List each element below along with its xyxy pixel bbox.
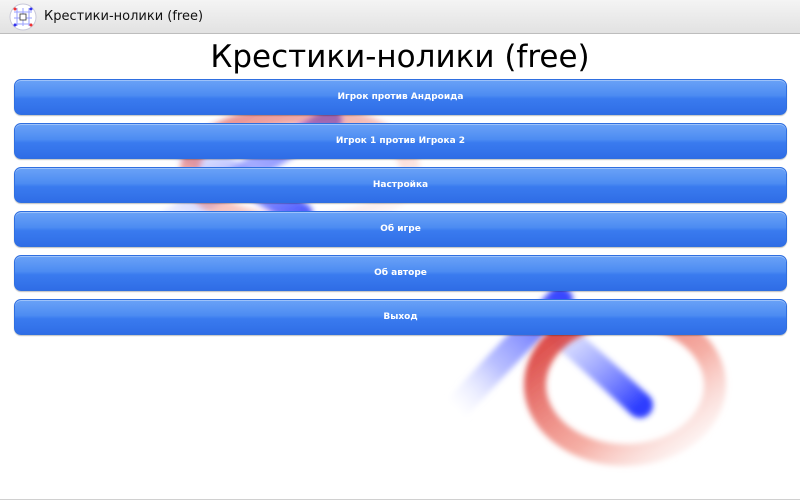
main-menu: Игрок против Андроида Игрок 1 против Игр… [14,79,787,343]
settings-button[interactable]: Настройка [14,167,787,203]
page-title: Крестики-нолики (free) [210,39,590,75]
player1-vs-player2-button[interactable]: Игрок 1 против Игрока 2 [14,123,787,159]
app-screen: Крестики-нолики (free) Крестики-нолики (… [0,0,800,500]
player-vs-android-button[interactable]: Игрок против Андроида [14,79,787,115]
window-title-bar: Крестики-нолики (free) [0,0,800,34]
exit-button[interactable]: Выход [14,299,787,335]
about-game-button[interactable]: Об игре [14,211,787,247]
tic-tac-toe-app-icon[interactable] [8,2,38,32]
about-author-button[interactable]: Об авторе [14,255,787,291]
window-title: Крестики-нолики (free) [44,9,204,24]
